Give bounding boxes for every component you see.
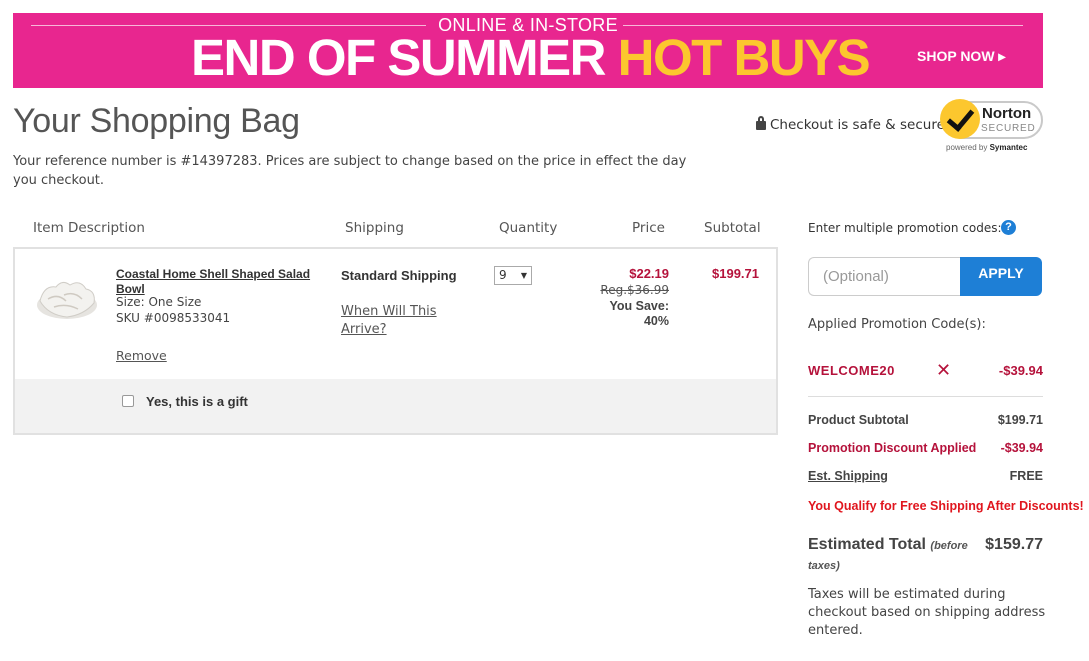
norton-powered-prefix: powered by (946, 143, 990, 152)
product-thumbnail[interactable] (34, 271, 100, 327)
header-price: Price (632, 220, 665, 236)
sale-price: $22.19 (629, 266, 669, 281)
header-shipping: Shipping (345, 220, 404, 236)
remove-link[interactable]: Remove (116, 348, 167, 363)
you-save: You Save: 40% (609, 299, 669, 329)
est-shipping-value: FREE (1009, 469, 1043, 483)
summary-divider (808, 396, 1043, 397)
product-name-link[interactable]: Coastal Home Shell Shaped Salad Bowl (116, 267, 316, 297)
applied-promo-code: WELCOME20 (808, 363, 895, 378)
banner-headline-yellow: HOT BUYS (617, 29, 871, 86)
help-icon[interactable]: ? (1001, 220, 1016, 235)
secure-checkout-text: Checkout is safe & secure (756, 116, 945, 133)
checkmark-icon (940, 99, 980, 139)
secure-checkout-label: Checkout is safe & secure (770, 117, 945, 133)
estimated-total-value: $159.77 (985, 536, 1043, 553)
cart-item-row: Coastal Home Shell Shaped Salad Bowl Siz… (13, 247, 778, 435)
applied-codes-label: Applied Promotion Code(s): (808, 317, 986, 332)
product-subtotal-label: Product Subtotal (808, 413, 909, 427)
promo-code-amount: -$39.94 (998, 363, 1043, 378)
you-save-label: You Save: (609, 299, 669, 313)
product-sku: SKU #0098533041 (116, 311, 231, 325)
banner-headline-white: END OF SUMMER (191, 29, 618, 86)
promo-code-input[interactable]: (Optional) (808, 257, 962, 296)
gift-option-row: Yes, this is a gift (15, 379, 776, 433)
estimated-total-note: (before (930, 540, 968, 552)
lock-icon (756, 116, 766, 130)
when-will-this-arrive-link[interactable]: When Will This Arrive? (341, 303, 481, 339)
product-subtotal-value: $199.71 (997, 413, 1043, 427)
norton-secured-badge[interactable]: Norton SECURED powered by Symantec (940, 99, 1045, 157)
page-title: Your Shopping Bag (13, 102, 300, 140)
promo-discount-label: Promotion Discount Applied (808, 441, 977, 455)
regular-price: Reg.$36.99 (600, 283, 669, 297)
shop-now-link[interactable]: SHOP NOW ▸ (917, 48, 1005, 65)
banner-headline: END OF SUMMER HOT BUYS (191, 29, 871, 86)
norton-powered-brand: Symantec (989, 143, 1028, 152)
item-subtotal: $199.71 (712, 266, 759, 281)
taxes-note: Taxes will be estimated during checkout … (808, 587, 1046, 638)
est-shipping-link[interactable]: Est. Shipping (808, 469, 888, 483)
quantity-select[interactable]: 9 ▼ (494, 266, 532, 285)
free-shipping-message: You Qualify for Free Shipping After Disc… (808, 499, 1084, 513)
estimated-total-label: Estimated Total (before (808, 536, 968, 554)
estimated-total-text: Estimated Total (808, 536, 926, 553)
chevron-down-icon: ▼ (520, 271, 527, 280)
header-subtotal: Subtotal (704, 220, 761, 236)
estimated-total-note-2: taxes) (808, 560, 840, 572)
shipping-method: Standard Shipping (341, 268, 457, 283)
promo-banner[interactable]: ONLINE & IN-STORE END OF SUMMER HOT BUYS… (13, 13, 1043, 88)
norton-secured: SECURED (981, 123, 1036, 134)
promo-discount-value: -$39.94 (1000, 441, 1043, 455)
apply-button[interactable]: APPLY (960, 257, 1042, 296)
product-size: Size: One Size (116, 295, 202, 309)
gift-checkbox[interactable] (122, 395, 134, 407)
norton-powered-by: powered by Symantec (946, 143, 1027, 152)
you-save-percent: 40% (643, 314, 669, 328)
header-item-description: Item Description (33, 220, 145, 236)
gift-label[interactable]: Yes, this is a gift (146, 394, 248, 409)
reference-number-text: Your reference number is #14397283. Pric… (13, 154, 687, 188)
promo-codes-label: Enter multiple promotion codes: (808, 221, 1002, 235)
quantity-value: 9 (499, 268, 507, 282)
remove-code-icon[interactable]: ✕ (936, 360, 951, 381)
header-quantity: Quantity (499, 220, 558, 236)
norton-brand: Norton (982, 105, 1032, 122)
